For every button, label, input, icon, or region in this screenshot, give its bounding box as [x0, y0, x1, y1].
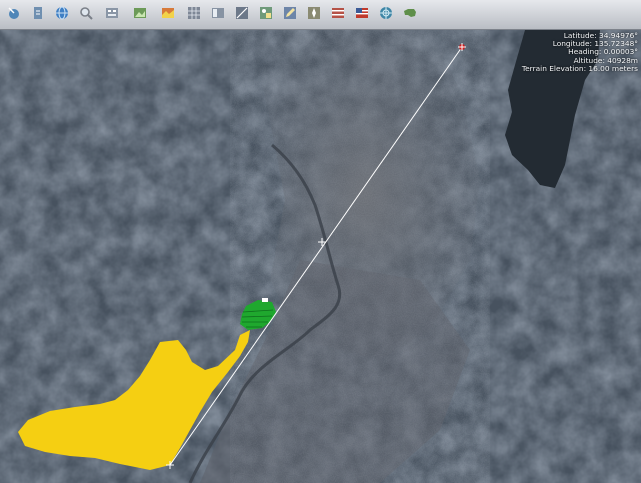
globe-grid-icon	[378, 5, 394, 25]
toolbar-button-usa-map[interactable]	[400, 5, 420, 25]
toolbar-button-us-flag[interactable]	[352, 5, 372, 25]
toolbar-button-document[interactable]	[28, 5, 48, 25]
green-polygon-label-marker	[262, 298, 268, 302]
toolbar-button-panel[interactable]	[208, 5, 228, 25]
panel-icon	[210, 5, 226, 25]
toolbar-button-globe-grid[interactable]	[376, 5, 396, 25]
shapes-icon	[258, 5, 274, 25]
globe-icon	[54, 5, 70, 25]
toolbar-button-layer-grid[interactable]	[100, 5, 124, 25]
toolbar-button-globe-pointer[interactable]	[4, 5, 24, 25]
grid-overlay-icon	[186, 5, 202, 25]
toolbar-button-flag[interactable]	[328, 5, 348, 25]
document-icon	[30, 5, 46, 25]
globe-viewer-app: Latitude: 34.94976° Longitude: 135.72348…	[0, 0, 641, 483]
coordinate-readout: Latitude: 34.94976° Longitude: 135.72348…	[521, 31, 638, 73]
satellite-terrain-map[interactable]	[0, 30, 641, 483]
map-view[interactable]	[0, 30, 641, 483]
layer-grid-icon	[104, 5, 120, 25]
main-toolbar	[0, 0, 641, 30]
toolbar-button-magnifier[interactable]	[76, 5, 96, 25]
pencil-icon	[282, 5, 298, 25]
usa-map-icon	[402, 5, 418, 25]
toolbar-button-measure-tool[interactable]	[232, 5, 252, 25]
photo-layer-icon	[132, 5, 148, 25]
toolbar-button-shapes[interactable]	[256, 5, 276, 25]
us-flag-icon	[354, 5, 370, 25]
globe-pointer-icon	[6, 5, 22, 25]
compass-tool-icon	[306, 5, 322, 25]
toolbar-button-grid-overlay[interactable]	[184, 5, 204, 25]
magnifier-icon	[78, 5, 94, 25]
toolbar-button-pencil[interactable]	[280, 5, 300, 25]
toolbar-button-globe[interactable]	[52, 5, 72, 25]
measure-tool-icon	[234, 5, 250, 25]
elevation-map-icon	[160, 5, 176, 25]
flag-icon	[330, 5, 346, 25]
toolbar-button-photo-layer[interactable]	[128, 5, 152, 25]
terrain-elevation-readout: Terrain Elevation: 16.00 meters	[521, 63, 638, 73]
toolbar-button-elevation-map[interactable]	[156, 5, 180, 25]
toolbar-button-compass-tool[interactable]	[304, 5, 324, 25]
urban-texture	[230, 30, 490, 483]
